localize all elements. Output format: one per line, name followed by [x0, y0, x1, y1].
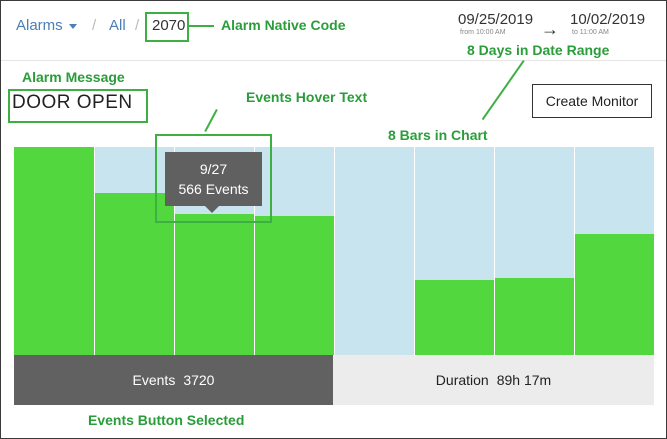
chart-column-divider: [573, 147, 575, 355]
events-bar-chart[interactable]: [14, 147, 654, 355]
chart-bar-column[interactable]: [14, 147, 94, 355]
duration-toggle-button[interactable]: Duration 89h 17m: [333, 355, 654, 405]
header-divider: [1, 60, 666, 61]
annotation-connector: [188, 25, 214, 27]
arrow-right-icon: →: [541, 19, 559, 39]
annotation-events-selected: Events Button Selected: [88, 412, 245, 428]
alarm-message: DOOR OPEN: [12, 92, 133, 113]
chart-bar-column[interactable]: [574, 147, 654, 355]
chart-bar[interactable]: [174, 214, 254, 355]
chart-bar-column[interactable]: [334, 147, 414, 355]
create-monitor-button[interactable]: Create Monitor: [532, 84, 652, 118]
chart-bar[interactable]: [254, 216, 334, 355]
breadcrumb-alarms-dropdown[interactable]: Alarms: [16, 17, 77, 34]
breadcrumb-separator: /: [92, 17, 97, 34]
breadcrumb-separator: /: [135, 17, 140, 34]
caret-down-icon: [68, 23, 77, 29]
events-total-value: 3720: [183, 372, 215, 388]
chart-bar-column[interactable]: [494, 147, 574, 355]
date-range-to-time: to 11:00 AM: [572, 29, 609, 36]
chart-bar[interactable]: [414, 280, 494, 355]
date-range-to[interactable]: 10/02/2019: [570, 11, 645, 28]
chart-column-divider: [413, 147, 415, 355]
chart-column-divider: [93, 147, 95, 355]
events-toggle-label: Events: [132, 372, 176, 388]
annotation-date-range: 8 Days in Date Range: [467, 42, 610, 58]
annotation-native-code: Alarm Native Code: [221, 17, 346, 33]
annotation-bars-in-chart: 8 Bars in Chart: [388, 127, 488, 143]
annotation-alarm-message: Alarm Message: [22, 69, 125, 85]
chart-bar[interactable]: [574, 234, 654, 355]
hover-text-highlight: [155, 134, 272, 223]
chart-bar-column[interactable]: [414, 147, 494, 355]
duration-total-value: 89h 17m: [496, 372, 552, 388]
date-range-from-time: from 10:00 AM: [460, 29, 506, 36]
date-range-from[interactable]: 09/25/2019: [458, 11, 533, 28]
chart-bar[interactable]: [494, 278, 574, 355]
events-toggle-button[interactable]: Events 3720: [14, 355, 333, 405]
duration-toggle-label: Duration: [435, 372, 489, 388]
chart-column-divider: [333, 147, 335, 355]
breadcrumb-all-link[interactable]: All: [109, 17, 126, 34]
breadcrumb-alarms-label: Alarms: [16, 17, 63, 34]
native-code-highlight: [145, 12, 189, 42]
chart-column-divider: [493, 147, 495, 355]
chart-bar[interactable]: [14, 147, 94, 355]
annotation-hover-text: Events Hover Text: [246, 89, 368, 105]
